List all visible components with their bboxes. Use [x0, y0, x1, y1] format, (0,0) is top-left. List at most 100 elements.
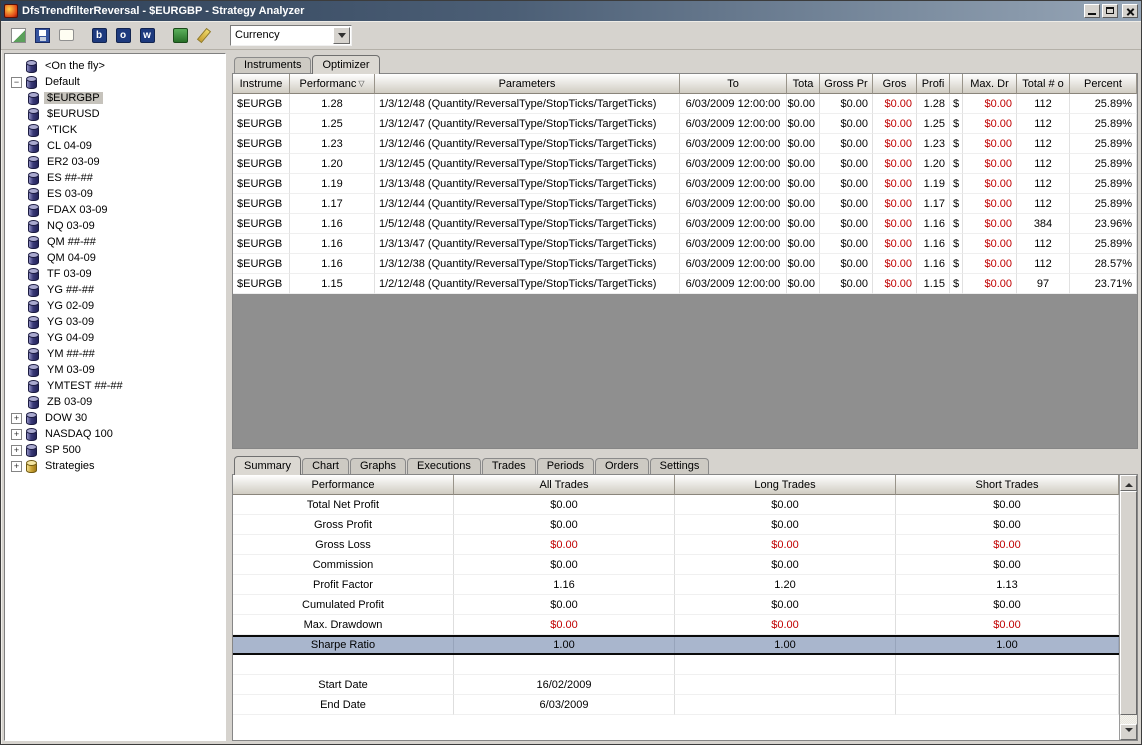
column-header-performance[interactable]: Performance — [233, 475, 454, 495]
column-header-percent[interactable]: Percent — [1070, 74, 1137, 94]
optimizer-row[interactable]: $EURGB 1.28 1/3/12/48 (Quantity/ReversalTy… — [233, 94, 1137, 114]
column-header-profi[interactable]: Profi — [917, 74, 950, 94]
tree-expander-expand-icon[interactable]: + — [11, 444, 22, 456]
display-currency-dropdown[interactable]: Currency — [230, 24, 352, 46]
tab-instruments[interactable]: Instruments — [234, 57, 312, 73]
tree-item-nasdaq-100[interactable]: + NASDAQ 100 — [5, 426, 225, 442]
instrument-icon — [27, 299, 40, 313]
tab-orders[interactable]: Orders — [594, 458, 649, 474]
column-header-short-trades[interactable]: Short Trades — [896, 475, 1119, 495]
run-button[interactable] — [168, 24, 192, 47]
tree-item-yg[interactable]: YG ##-## — [5, 282, 225, 298]
summary-row-max-drawdown[interactable]: Max. Drawdown $0.00 $0.00 $0.00 — [233, 615, 1119, 635]
scroll-up-button[interactable] — [1120, 475, 1137, 491]
tree-item-er2-03-09[interactable]: ER2 03-09 — [5, 154, 225, 170]
edit-button[interactable] — [192, 24, 216, 47]
summary-row-gross-profit[interactable]: Gross Profit $0.00 $0.00 $0.00 — [233, 515, 1119, 535]
optimizer-row[interactable]: $EURGB 1.20 1/3/12/45 (Quantity/ReversalTy… — [233, 154, 1137, 174]
tree-item-fdax-03-09[interactable]: FDAX 03-09 — [5, 202, 225, 218]
new-chart-button[interactable] — [6, 24, 30, 47]
summary-row-total-net-profit[interactable]: Total Net Profit $0.00 $0.00 $0.00 — [233, 495, 1119, 515]
tree-item-ymtest[interactable]: YMTEST ##-## — [5, 378, 225, 394]
close-button[interactable] — [1122, 4, 1138, 18]
tree-item-sp-500[interactable]: + SP 500 — [5, 442, 225, 458]
column-header-max-dr[interactable]: Max. Dr — [963, 74, 1017, 94]
tab-settings[interactable]: Settings — [649, 458, 710, 474]
tree-item-strategies[interactable]: + Strategies — [5, 458, 225, 474]
tree-item-dow-30[interactable]: + DOW 30 — [5, 410, 225, 426]
tree-item-es[interactable]: ES ##-## — [5, 170, 225, 186]
summary-row-start-date[interactable]: Start Date 16/02/2009 — [233, 675, 1119, 695]
tab-trades[interactable]: Trades — [481, 458, 536, 474]
save-button[interactable] — [30, 24, 54, 47]
tree-item-yg-04-09[interactable]: YG 04-09 — [5, 330, 225, 346]
tree-expander-expand-icon[interactable]: + — [11, 412, 22, 424]
column-header-all-trades[interactable]: All Trades — [454, 475, 675, 495]
tree-item-nq-03-09[interactable]: NQ 03-09 — [5, 218, 225, 234]
column-header-total-o[interactable]: Total # o — [1017, 74, 1070, 94]
tree-item-ym[interactable]: YM ##-## — [5, 346, 225, 362]
letter-w-button[interactable]: w — [135, 24, 159, 47]
scrollbar-track[interactable] — [1120, 491, 1137, 724]
tab-graphs[interactable]: Graphs — [349, 458, 407, 474]
column-header-gross-pr[interactable]: Gross Pr — [820, 74, 873, 94]
tab-summary[interactable]: Summary — [234, 456, 302, 475]
tree-item-qm-04-09[interactable]: QM 04-09 — [5, 250, 225, 266]
scroll-down-button[interactable] — [1120, 724, 1137, 740]
comment-button[interactable] — [54, 24, 78, 47]
tab-optimizer[interactable]: Optimizer — [312, 55, 380, 74]
column-header-gros[interactable]: Gros — [873, 74, 917, 94]
row-label: End Date — [233, 695, 454, 715]
optimizer-row[interactable]: $EURGB 1.16 1/5/12/48 (Quantity/ReversalTy… — [233, 214, 1137, 234]
column-header-performanc[interactable]: Performanc ▽ — [290, 74, 375, 94]
summary-row-sharpe-ratio[interactable]: Sharpe Ratio 1.00 1.00 1.00 — [233, 635, 1119, 655]
tab-executions[interactable]: Executions — [407, 458, 481, 474]
tree-item-on-the-fly[interactable]: <On the fly> — [5, 58, 225, 74]
tree-item-yg-03-09[interactable]: YG 03-09 — [5, 314, 225, 330]
tab-chart[interactable]: Chart — [302, 458, 349, 474]
optimizer-row[interactable]: $EURGB 1.23 1/3/12/46 (Quantity/ReversalTy… — [233, 134, 1137, 154]
tree-item-es-03-09[interactable]: ES 03-09 — [5, 186, 225, 202]
summary-row-profit-factor[interactable]: Profit Factor 1.16 1.20 1.13 — [233, 575, 1119, 595]
tab-periods[interactable]: Periods — [536, 458, 594, 474]
tree-item-tick[interactable]: ^TICK — [5, 122, 225, 138]
optimizer-row[interactable]: $EURGB 1.17 1/3/12/44 (Quantity/ReversalTy… — [233, 194, 1137, 214]
tree-expander-expand-icon[interactable]: + — [11, 428, 22, 440]
tree-item-default[interactable]: − Default — [5, 74, 225, 90]
dropdown-arrow-button[interactable] — [333, 26, 350, 44]
optimizer-row[interactable]: $EURGB 1.19 1/3/13/48 (Quantity/ReversalTy… — [233, 174, 1137, 194]
cell: 112 — [1017, 254, 1070, 274]
tree-item-zb-03-09[interactable]: ZB 03-09 — [5, 394, 225, 410]
column-header-long-trades[interactable]: Long Trades — [675, 475, 896, 495]
summary-row-cumulated-profit[interactable]: Cumulated Profit $0.00 $0.00 $0.00 — [233, 595, 1119, 615]
tree-item-eurgbp[interactable]: $EURGBP — [5, 90, 225, 106]
tree-item-eurusd[interactable]: $EURUSD — [5, 106, 225, 122]
maximize-button[interactable] — [1102, 4, 1118, 18]
tree-item-label: NASDAQ 100 — [45, 428, 113, 440]
tree-expander-collapse-icon[interactable]: − — [11, 76, 22, 88]
tree-item-ym-03-09[interactable]: YM 03-09 — [5, 362, 225, 378]
column-header-tota[interactable]: Tota — [787, 74, 820, 94]
column-header-blank[interactable] — [950, 74, 963, 94]
summary-scrollbar[interactable] — [1119, 475, 1137, 740]
letter-b-button[interactable]: b — [87, 24, 111, 47]
tree-expander-expand-icon[interactable]: + — [11, 460, 22, 472]
tree-item-qm[interactable]: QM ##-## — [5, 234, 225, 250]
summary-row-end-date[interactable]: End Date 6/03/2009 — [233, 695, 1119, 715]
optimizer-row[interactable]: $EURGB 1.15 1/2/12/48 (Quantity/ReversalTy… — [233, 274, 1137, 294]
tree-item-tf-03-09[interactable]: TF 03-09 — [5, 266, 225, 282]
letter-o-button[interactable]: o — [111, 24, 135, 47]
optimizer-row[interactable]: $EURGB 1.16 1/3/12/38 (Quantity/ReversalTy… — [233, 254, 1137, 274]
column-header-instrume[interactable]: Instrume — [233, 74, 290, 94]
column-header-to[interactable]: To — [680, 74, 787, 94]
scrollbar-thumb[interactable] — [1120, 491, 1137, 715]
optimizer-row[interactable]: $EURGB 1.16 1/3/13/47 (Quantity/ReversalTy… — [233, 234, 1137, 254]
column-header-parameters[interactable]: Parameters — [375, 74, 680, 94]
minimize-button[interactable] — [1084, 4, 1100, 18]
tree-item-cl-04-09[interactable]: CL 04-09 — [5, 138, 225, 154]
summary-row-gross-loss[interactable]: Gross Loss $0.00 $0.00 $0.00 — [233, 535, 1119, 555]
summary-row-blank[interactable] — [233, 655, 1119, 675]
tree-item-yg-02-09[interactable]: YG 02-09 — [5, 298, 225, 314]
summary-row-commission[interactable]: Commission $0.00 $0.00 $0.00 — [233, 555, 1119, 575]
optimizer-row[interactable]: $EURGB 1.25 1/3/12/47 (Quantity/ReversalTy… — [233, 114, 1137, 134]
